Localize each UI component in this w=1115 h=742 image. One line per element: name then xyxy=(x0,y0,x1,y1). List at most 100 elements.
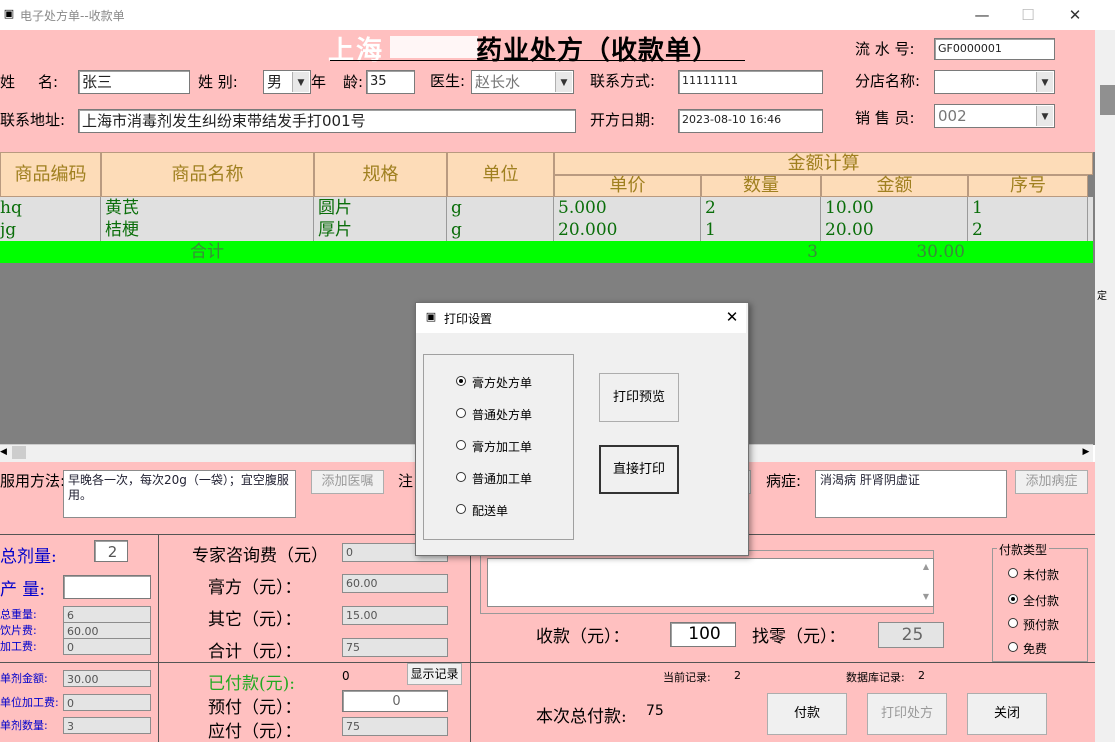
prescription-app-icon: ▣ xyxy=(3,7,15,20)
age-field[interactable]: 35 xyxy=(366,70,415,94)
col-header-price[interactable]: 单价 xyxy=(554,175,701,197)
minimize-button[interactable]: — xyxy=(960,3,1004,27)
pay-button[interactable]: 付款 xyxy=(767,693,847,735)
other-fee-field: 15.00 xyxy=(342,606,448,625)
prepay-field[interactable]: 0 xyxy=(342,690,448,712)
usage-textarea[interactable]: 早晚各一次，每次20g（一袋）；宜空腹服用。 xyxy=(63,470,296,518)
address-label: 联系地址: xyxy=(0,111,66,129)
total-paid-label: 本次总付款: xyxy=(536,707,627,727)
radio-icon[interactable] xyxy=(1008,642,1018,652)
remark-textarea[interactable] xyxy=(487,558,934,607)
salesperson-select[interactable]: 002 ▼ xyxy=(934,104,1055,128)
panel-divider xyxy=(158,534,159,742)
radio-label: 普通处方单 xyxy=(472,408,533,422)
scroll-thumb[interactable] xyxy=(12,446,26,459)
disease-label: 病症: xyxy=(766,472,802,490)
total-doses-field[interactable]: 2 xyxy=(94,540,128,562)
total-doses-label: 总剂量: xyxy=(0,547,57,567)
dose-count-field: 3 xyxy=(63,717,151,734)
chevron-down-icon[interactable]: ▼ xyxy=(555,72,572,92)
window-title: 电子处方单--收款单 xyxy=(20,9,125,23)
address-field[interactable]: 上海市消毒剂发生纠纷束带结发手打001号 xyxy=(78,109,576,133)
dialog-title: 打印设置 xyxy=(444,312,493,326)
close-window-button[interactable]: ✕ xyxy=(1053,3,1097,27)
table-row[interactable] xyxy=(0,197,1093,220)
serial-field[interactable]: GF0000001 xyxy=(934,38,1055,60)
date-label: 开方日期: xyxy=(590,111,656,129)
close-button[interactable]: 关闭 xyxy=(967,693,1047,735)
gender-select[interactable]: 男 ▼ xyxy=(263,70,311,94)
date-field[interactable]: 2023-08-10 16:46 xyxy=(678,109,823,133)
cell-spec: 厚片 xyxy=(318,220,352,240)
prescription-app-icon: ▣ xyxy=(425,310,437,323)
name-label-part1: 姓 xyxy=(0,73,16,91)
dose-amount-label: 单剂金额: xyxy=(0,672,48,685)
yield-field[interactable] xyxy=(63,575,151,599)
panel-divider xyxy=(470,534,471,742)
show-records-button[interactable]: 显示记录 xyxy=(407,663,462,685)
col-header-unit[interactable]: 单位 xyxy=(447,152,554,197)
dose-amount-field: 30.00 xyxy=(63,670,151,687)
radio-icon[interactable] xyxy=(456,472,466,482)
maximize-button[interactable]: ☐ xyxy=(1006,3,1050,27)
usage-label: 服用方法: xyxy=(0,472,66,490)
radio-label: 普通加工单 xyxy=(472,472,533,486)
col-header-seq[interactable]: 序号 xyxy=(968,175,1088,197)
scroll-down-icon[interactable]: ▼ xyxy=(920,592,932,601)
slice-fee-field: 60.00 xyxy=(63,622,151,639)
col-header-qty[interactable]: 数量 xyxy=(701,175,821,197)
disease-textarea[interactable]: 消渴病 肝肾阴虚证 xyxy=(815,470,1007,518)
unit-process-label: 单位加工费: xyxy=(0,696,59,709)
sum-fee-label: 合计（元）： xyxy=(208,642,302,662)
radio-label: 预付款 xyxy=(1023,618,1060,632)
page-title: 药业处方（收款单） xyxy=(476,36,720,66)
table-row[interactable] xyxy=(0,219,1093,241)
serial-label: 流 水 号: xyxy=(855,40,915,58)
payment-type-legend: 付款类型 xyxy=(997,541,1050,558)
col-header-name[interactable]: 商品名称 xyxy=(101,152,314,197)
print-prescription-button[interactable]: 打印处方 xyxy=(867,693,947,735)
cell-name: 桔梗 xyxy=(105,220,139,240)
cell-seq: 1 xyxy=(972,198,983,218)
col-header-spec[interactable]: 规格 xyxy=(314,152,447,197)
scroll-left-icon[interactable]: ◀ xyxy=(0,446,10,459)
chevron-down-icon[interactable]: ▼ xyxy=(1036,106,1053,126)
radio-selected-icon[interactable] xyxy=(456,376,466,386)
col-header-code[interactable]: 商品编码 xyxy=(0,152,101,197)
cell-unit: g xyxy=(451,220,462,240)
radio-selected-icon[interactable] xyxy=(1008,594,1018,604)
radio-icon[interactable] xyxy=(456,408,466,418)
chevron-down-icon[interactable]: ▼ xyxy=(292,72,309,92)
sum-fee-field: 75 xyxy=(342,638,448,657)
chevron-down-icon[interactable]: ▼ xyxy=(1036,72,1053,92)
print-preview-button[interactable]: 打印预览 xyxy=(599,373,679,422)
scroll-right-icon[interactable]: ▶ xyxy=(1080,446,1092,459)
cell-qty: 2 xyxy=(705,198,716,218)
cell-code: jg xyxy=(0,220,17,240)
yield-label: 产 量: xyxy=(0,580,46,600)
prepay-label: 预付（元）： xyxy=(208,698,302,718)
received-field[interactable]: 100 xyxy=(670,622,736,647)
total-amount: 30.00 xyxy=(916,242,965,262)
radio-icon[interactable] xyxy=(1008,568,1018,578)
col-header-amount[interactable]: 金额 xyxy=(821,175,968,197)
scroll-up-icon[interactable]: ▲ xyxy=(920,562,932,571)
radio-icon[interactable] xyxy=(456,504,466,514)
radio-icon[interactable] xyxy=(456,440,466,450)
cell-price: 5.000 xyxy=(558,198,607,218)
radio-label: 配送单 xyxy=(472,504,509,518)
total-label: 合计 xyxy=(190,242,224,262)
total-weight-field: 6 xyxy=(63,606,151,623)
add-disease-button[interactable]: 添加病症 xyxy=(1015,470,1088,494)
radio-label: 全付款 xyxy=(1023,594,1060,608)
contact-field[interactable]: 11111111 xyxy=(678,70,823,94)
doctor-select[interactable]: 赵长水 ▼ xyxy=(471,70,574,94)
radio-icon[interactable] xyxy=(1008,618,1018,628)
dialog-close-icon[interactable]: ✕ xyxy=(722,306,742,328)
branch-select[interactable]: ▼ xyxy=(934,70,1055,94)
radio-label: 膏方加工单 xyxy=(472,440,533,454)
direct-print-button[interactable]: 直接打印 xyxy=(599,445,679,494)
add-advice-button[interactable]: 添加医嘱 xyxy=(311,470,384,494)
patient-name-field[interactable]: 张三 xyxy=(78,70,190,94)
db-record-label: 数据库记录: xyxy=(846,671,905,684)
